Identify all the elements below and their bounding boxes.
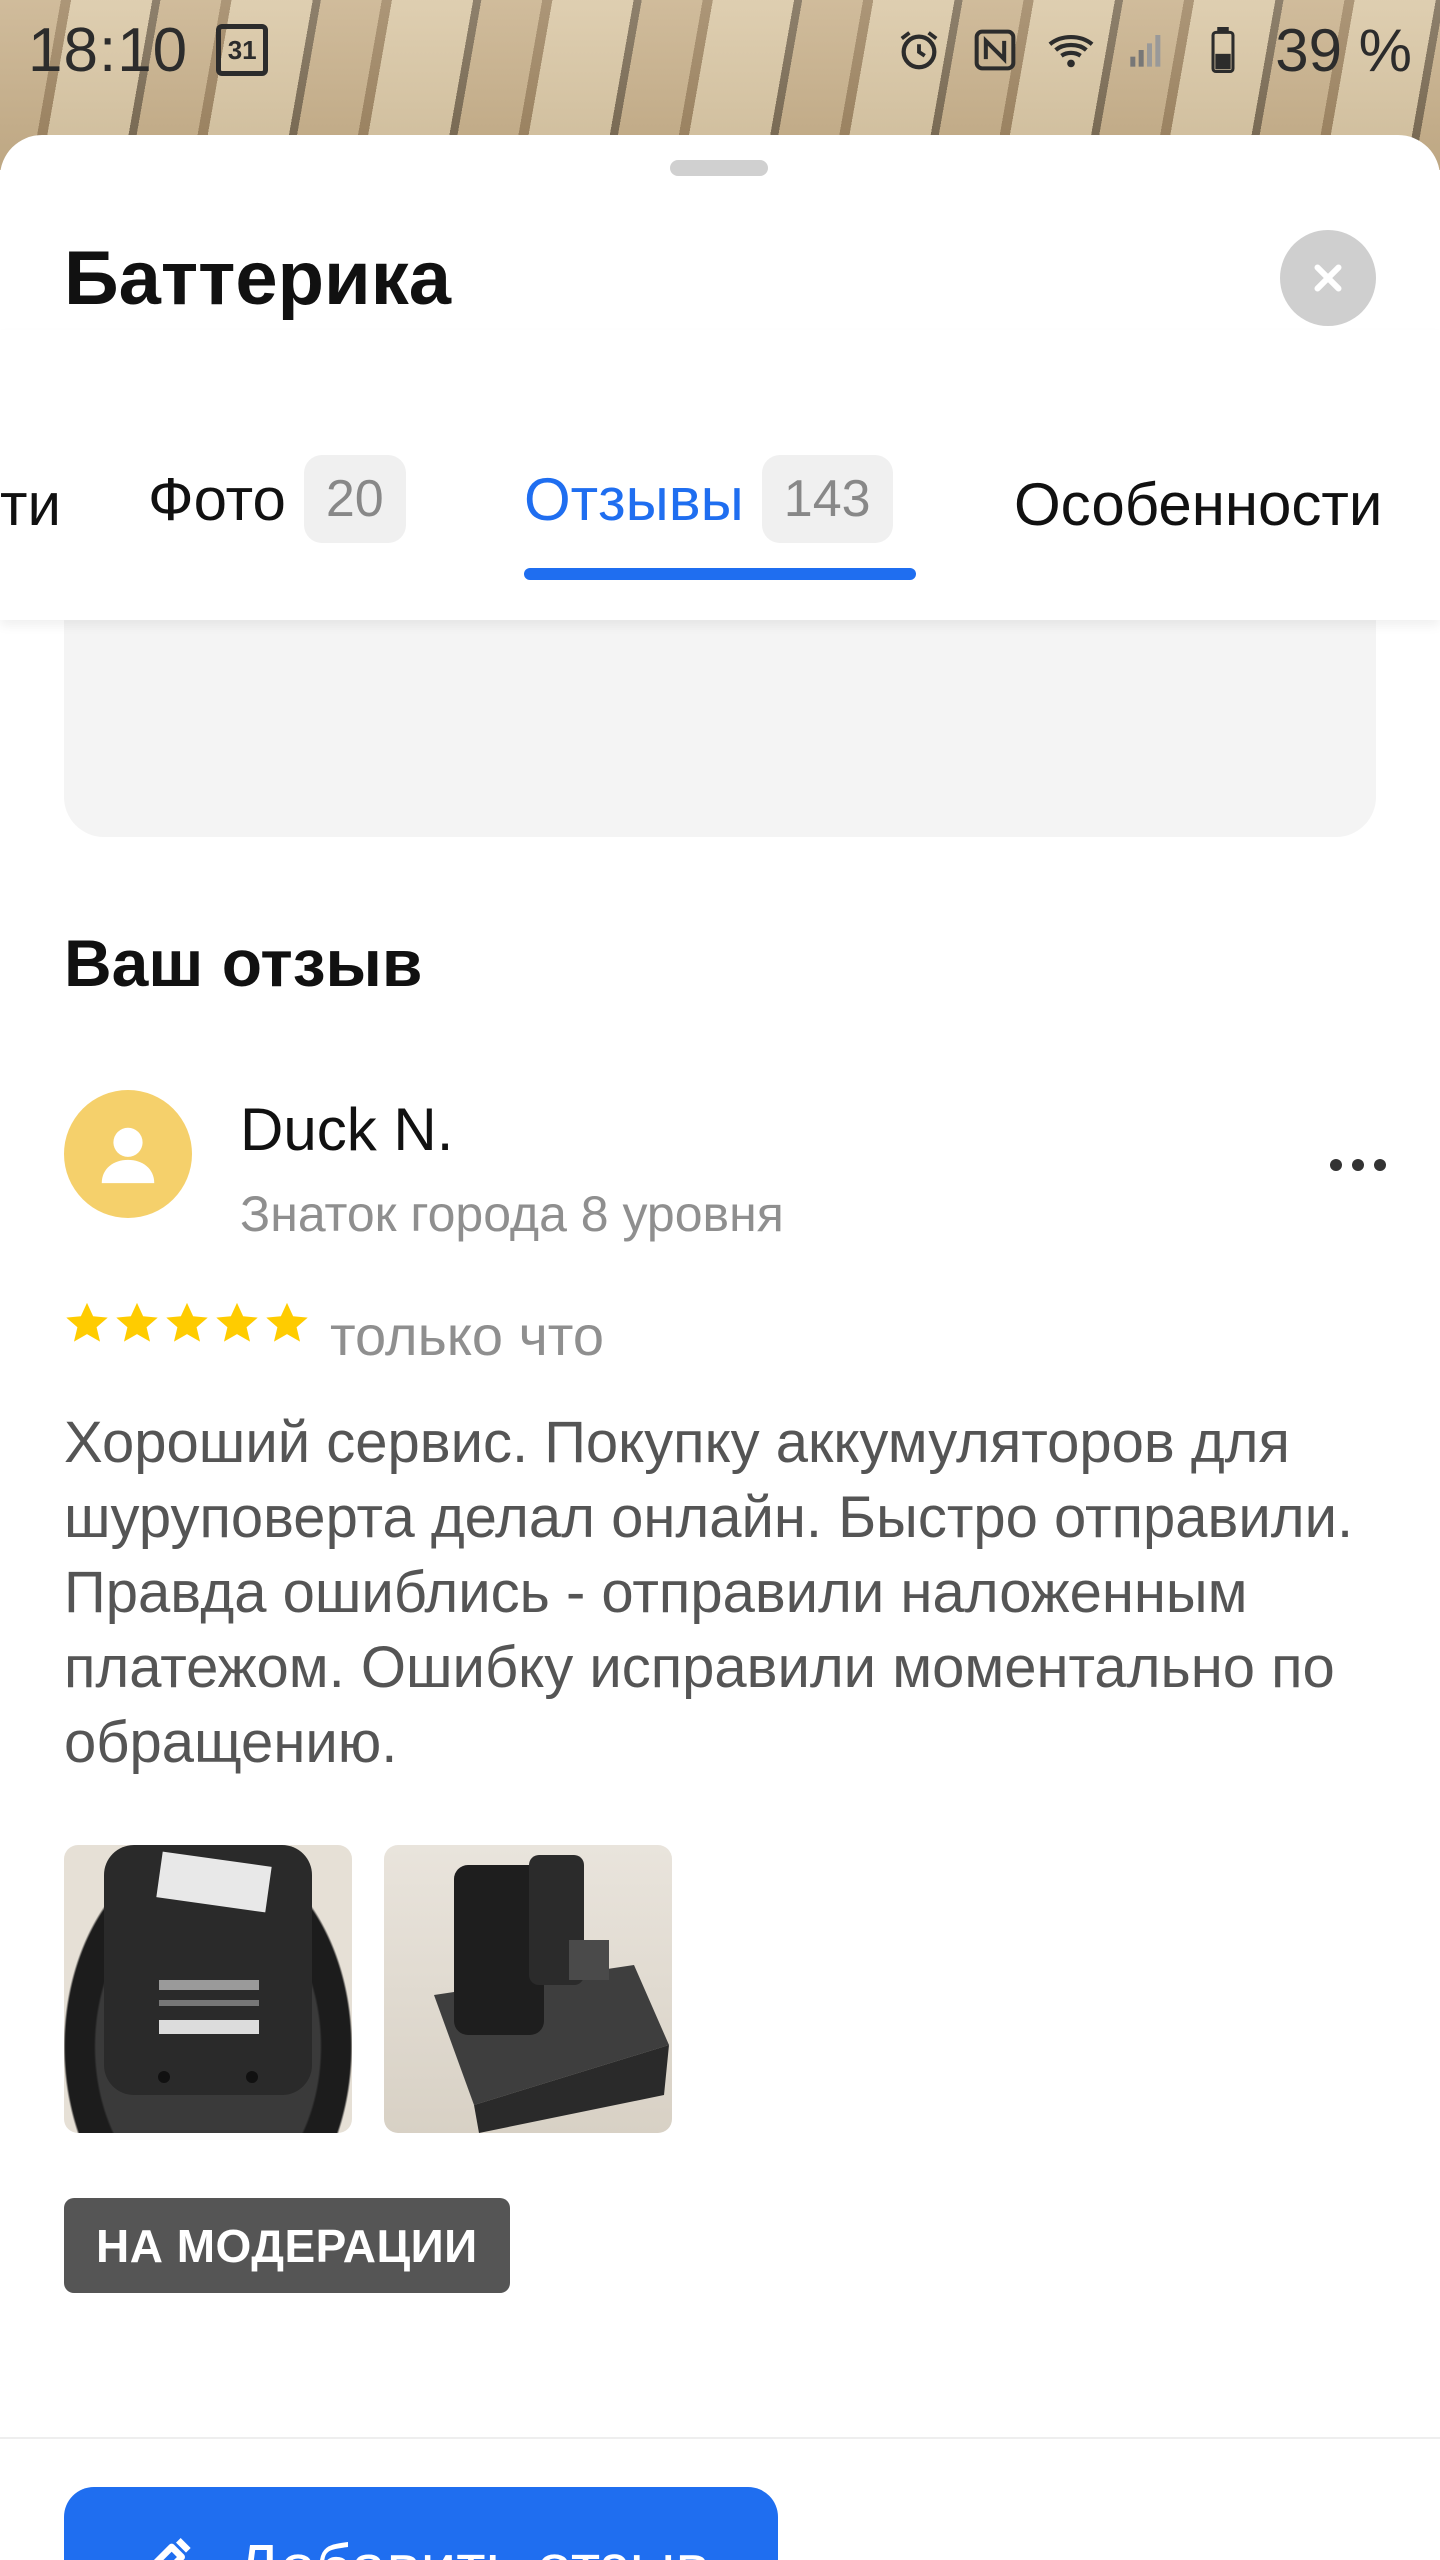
battery-percent: 39 %	[1275, 16, 1412, 84]
status-icons: 39 %	[895, 16, 1412, 85]
avatar[interactable]	[64, 1090, 192, 1218]
close-icon	[1314, 264, 1342, 292]
user-icon	[101, 1127, 155, 1184]
wifi-icon	[1047, 26, 1095, 74]
tab-photos[interactable]: Фото 20	[148, 455, 406, 543]
tab-count: 143	[761, 455, 893, 543]
tab-label: ти	[0, 471, 61, 538]
moderation-status-badge: НА МОДЕРАЦИИ	[64, 2198, 510, 2293]
more-dot-icon	[1330, 1159, 1342, 1171]
review-photo-2[interactable]	[384, 1845, 672, 2133]
tab-features[interactable]: Особенности	[1014, 470, 1382, 539]
tab-label: Фото	[148, 465, 286, 533]
tab-label: Отзывы	[524, 465, 744, 533]
tab-label: Особенности	[1014, 471, 1383, 538]
sheet-grabber[interactable]	[670, 160, 768, 176]
place-title: Баттерика	[64, 236, 452, 321]
more-dot-icon	[1352, 1159, 1364, 1171]
add-review-button[interactable]: Добавить отзыв	[64, 2487, 778, 2560]
status-bar: 18:10 31 39 %	[0, 0, 1440, 100]
active-tab-indicator	[524, 568, 916, 580]
nfc-icon	[971, 26, 1019, 74]
review-photo-1[interactable]	[64, 1845, 352, 2133]
battery-photo-icon	[434, 1855, 669, 2133]
calendar-icon: 31	[216, 24, 269, 76]
tab-count: 20	[303, 455, 406, 543]
previous-card-bottom	[64, 615, 1376, 837]
battery-icon	[1199, 26, 1247, 74]
alarm-icon	[895, 26, 943, 74]
add-review-label: Добавить отзыв	[236, 2530, 709, 2560]
signal-icon	[1123, 26, 1171, 74]
review-text: Хороший сервис. Покупку аккумуляторов дл…	[64, 1410, 1354, 1775]
pencil-icon	[153, 2538, 191, 2560]
status-time: 18:10	[28, 15, 189, 85]
author-level: Знаток города 8 уровня	[240, 1186, 784, 1242]
tab-reviews[interactable]: Отзывы 143	[524, 455, 893, 543]
more-options-button[interactable]	[1318, 1145, 1398, 1185]
app-screen: 18:10 31 39 % Баттерика Ваш отзыв Duck N…	[0, 0, 1440, 2560]
your-review-heading: Ваш отзыв	[64, 926, 423, 1000]
more-dot-icon	[1374, 1159, 1386, 1171]
star-icon	[116, 1302, 158, 1342]
star-icon	[216, 1302, 258, 1342]
battery-photo-icon	[104, 1845, 312, 2095]
tab-partial[interactable]: ти	[0, 470, 61, 539]
close-button[interactable]	[1280, 230, 1376, 326]
bottom-divider	[0, 2437, 1440, 2439]
star-icon	[266, 1302, 308, 1342]
author-name[interactable]: Duck N.	[240, 1095, 453, 1164]
star-icon	[166, 1302, 208, 1342]
review-time: только что	[330, 1304, 604, 1367]
star-icon	[66, 1302, 108, 1342]
rating-stars	[64, 1300, 310, 1346]
